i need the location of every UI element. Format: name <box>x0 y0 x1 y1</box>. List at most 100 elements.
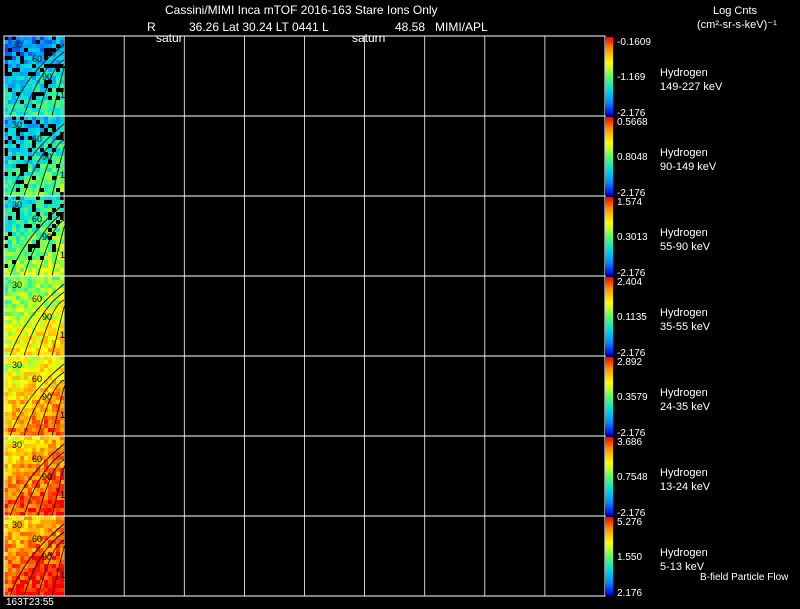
heatmap-cell <box>16 432 20 436</box>
heatmap-cell <box>48 568 52 572</box>
contour-label: 30 <box>12 200 22 210</box>
heatmap-cell <box>44 340 48 344</box>
heatmap-cell <box>4 524 8 528</box>
heatmap-cell <box>48 188 52 192</box>
heatmap-cell <box>20 348 24 352</box>
heatmap-cell <box>24 452 28 456</box>
heatmap-cell <box>44 288 48 292</box>
heatmap-cell <box>32 344 36 348</box>
heatmap-cell <box>32 120 36 124</box>
heatmap-cell <box>52 396 56 400</box>
heatmap-cell <box>16 136 20 140</box>
heatmap-cell <box>28 116 32 120</box>
heatmap-cell <box>44 512 48 516</box>
heatmap-cell <box>48 284 52 288</box>
heatmap-cell <box>20 388 24 392</box>
heatmap-cell <box>28 588 32 592</box>
heatmap-cell <box>48 272 52 276</box>
contour-label: 12 <box>60 410 70 420</box>
heatmap-cell <box>4 316 8 320</box>
heatmap-cell <box>44 372 48 376</box>
heatmap-cell <box>8 308 12 312</box>
heatmap-cell <box>48 192 52 196</box>
colorbar <box>605 517 613 595</box>
heatmap-cell <box>48 40 52 44</box>
heatmap-cell <box>36 368 40 372</box>
heatmap-cell <box>32 156 36 160</box>
heatmap-cell <box>4 144 8 148</box>
heatmap-cell <box>36 416 40 420</box>
heatmap-cell <box>16 352 20 356</box>
heatmap-cell <box>28 428 32 432</box>
heatmap-cell <box>12 540 16 544</box>
heatmap-cell <box>24 308 28 312</box>
heatmap-cell <box>36 208 40 212</box>
heatmap-cell <box>24 520 28 524</box>
heatmap-cell <box>48 504 52 508</box>
heatmap-cell <box>60 200 64 204</box>
heatmap-cell <box>8 292 12 296</box>
heatmap-cell <box>20 316 24 320</box>
colorbar-max-label: 1.574 <box>617 197 642 208</box>
heatmap-cell <box>32 440 36 444</box>
heatmap-cell <box>12 432 16 436</box>
heatmap-cell <box>24 280 28 284</box>
heatmap-cell <box>20 484 24 488</box>
heatmap-cell <box>8 408 12 412</box>
heatmap-cell <box>36 420 40 424</box>
colorbar <box>605 37 613 115</box>
heatmap-cell <box>60 120 64 124</box>
heatmap-cell <box>16 328 20 332</box>
heatmap-cell <box>28 348 32 352</box>
heatmap-cell <box>20 540 24 544</box>
heatmap-cell <box>28 104 32 108</box>
heatmap-cell <box>8 456 12 460</box>
heatmap-cell <box>4 80 8 84</box>
contour-label: 30 <box>12 440 22 450</box>
heatmap-cell <box>4 168 8 172</box>
heatmap-cell <box>4 476 8 480</box>
heatmap-cell <box>4 160 8 164</box>
heatmap-cell <box>8 452 12 456</box>
heatmap-cell <box>28 520 32 524</box>
heatmap-cell <box>32 340 36 344</box>
panel-6: 306090123.6860.7548-2.176Hydrogen13-24 k… <box>3 435 711 519</box>
heatmap-cell <box>4 136 8 140</box>
heatmap-cell <box>12 248 16 252</box>
heatmap-cell <box>4 504 8 508</box>
heatmap-cell <box>28 64 32 68</box>
heatmap-cell <box>52 336 56 340</box>
heatmap-cell <box>56 200 60 204</box>
heatmap-cell <box>36 488 40 492</box>
heatmap-cell <box>12 400 16 404</box>
heatmap-cell <box>24 72 28 76</box>
heatmap-cell <box>24 448 28 452</box>
heatmap-cell <box>40 512 44 516</box>
heatmap-cell <box>60 112 64 116</box>
contour-label: 12 <box>60 490 70 500</box>
heatmap-cell <box>4 496 8 500</box>
heatmap-cell <box>8 404 12 408</box>
heatmap-cell <box>24 76 28 80</box>
heatmap-cell <box>24 252 28 256</box>
colorbar-max-label: 0.5668 <box>617 117 648 128</box>
heatmap-cell <box>40 520 44 524</box>
heatmap-cell <box>52 316 56 320</box>
heatmap-cell <box>36 412 40 416</box>
heatmap-cell <box>48 592 52 596</box>
energy-label: 149-227 keV <box>660 81 723 93</box>
heatmap-cell <box>48 328 52 332</box>
heatmap-cell <box>8 84 12 88</box>
heatmap-cell <box>52 476 56 480</box>
heatmap-cell <box>12 484 16 488</box>
heatmap-cell <box>12 556 16 560</box>
heatmap-cell <box>20 188 24 192</box>
heatmap-cell <box>44 116 48 120</box>
heatmap-cell <box>48 208 52 212</box>
heatmap-cell <box>24 516 28 520</box>
heatmap-cell <box>16 468 20 472</box>
heatmap-cell <box>20 420 24 424</box>
heatmap-cell <box>28 364 32 368</box>
heatmap-cell <box>32 200 36 204</box>
heatmap-cell <box>8 148 12 152</box>
